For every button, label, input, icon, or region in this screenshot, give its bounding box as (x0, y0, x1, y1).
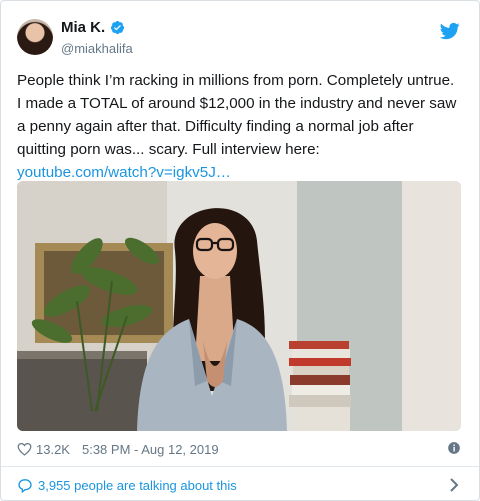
like-count[interactable]: 13.2K (36, 442, 70, 457)
conversation-link[interactable]: 3,955 people are talking about this (17, 475, 461, 495)
tweet-meta-row: 13.2K 5:38 PM - Aug 12, 2019 (17, 440, 461, 458)
author-name[interactable]: Mia K. (61, 19, 105, 36)
info-icon[interactable] (447, 441, 461, 455)
author-row: Mia K. (61, 19, 125, 36)
speech-bubble-icon (18, 478, 32, 493)
avatar[interactable] (17, 19, 53, 55)
tweet-card: Mia K. @miakhalifa People think I’m rack… (0, 0, 480, 501)
divider (1, 466, 479, 467)
chevron-right-icon[interactable] (449, 477, 459, 493)
conversation-count[interactable]: 3,955 people are talking about this (38, 478, 237, 493)
tweet-body: People think I’m racking in millions fro… (17, 72, 457, 158)
tweet-link[interactable]: youtube.com/watch?v=igkv5J… (17, 164, 231, 181)
heart-icon[interactable] (17, 442, 32, 456)
author-handle[interactable]: @miakhalifa (61, 41, 133, 56)
twitter-bird-icon[interactable] (439, 21, 461, 41)
tweet-text: People think I’m racking in millions fro… (17, 69, 462, 184)
media-photo (17, 181, 461, 431)
tweet-media[interactable] (17, 181, 461, 431)
tweet-timestamp[interactable]: 5:38 PM - Aug 12, 2019 (82, 442, 219, 457)
verified-badge-icon (111, 20, 125, 35)
